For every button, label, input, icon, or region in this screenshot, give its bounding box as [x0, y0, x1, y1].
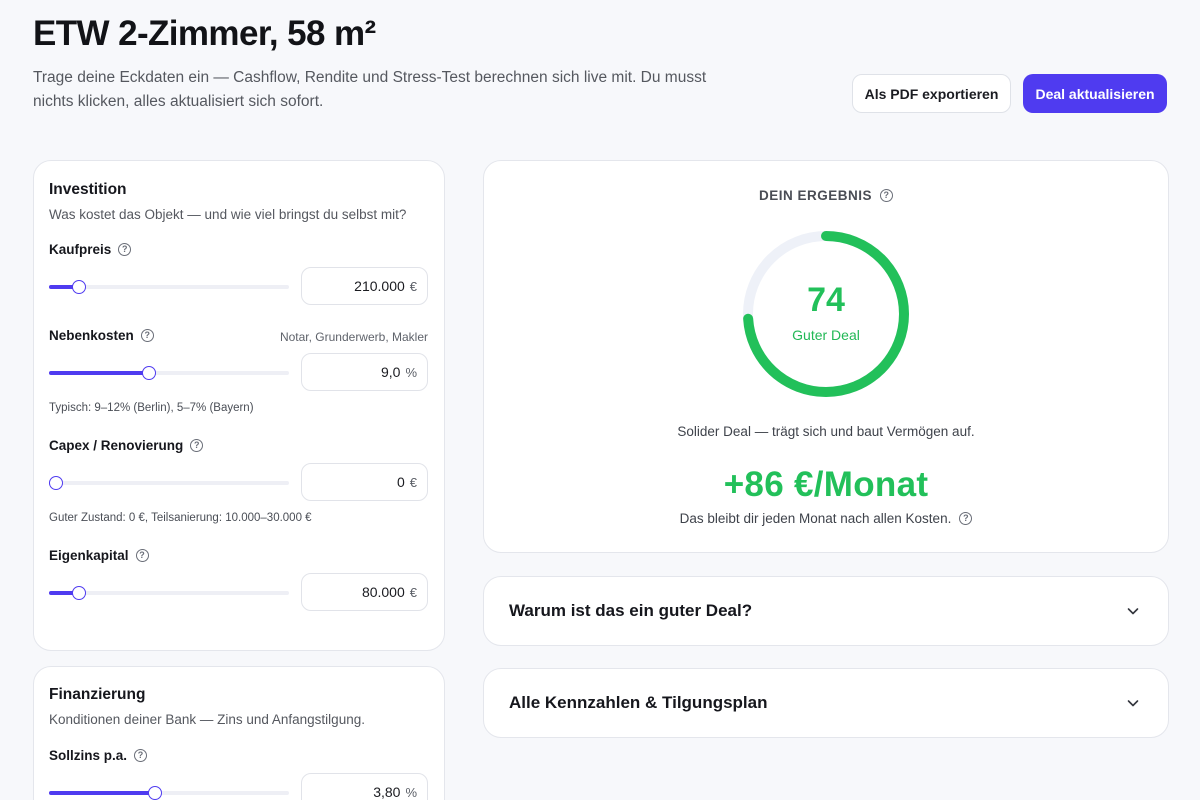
- field-label-text: Nebenkosten: [49, 328, 134, 343]
- field-label-text: Kaufpreis: [49, 242, 112, 257]
- monthly-cashflow: +86 €/Monat: [723, 465, 929, 504]
- input-value: 9,0: [380, 364, 401, 380]
- accordion-why-good-deal[interactable]: Warum ist das ein guter Deal?: [483, 576, 1169, 646]
- help-icon[interactable]: ?: [880, 189, 894, 202]
- input-unit: €: [409, 278, 417, 294]
- result-heading-text: DEIN ERGEBNIS: [758, 188, 873, 203]
- investment-title: Investition: [49, 181, 127, 198]
- input-unit: %: [405, 364, 417, 380]
- capex-label: Capex / Renovierung ?: [49, 438, 204, 453]
- equity-input[interactable]: 80.000 €: [301, 573, 428, 611]
- closing-costs-input[interactable]: 9,0 %: [301, 353, 428, 391]
- input-unit: %: [405, 784, 417, 800]
- slider-thumb[interactable]: [72, 586, 86, 600]
- page-subtitle: Trage deine Eckdaten ein — Cashflow, Ren…: [33, 69, 707, 110]
- help-icon[interactable]: ?: [140, 329, 154, 342]
- page-title: ETW 2-Zimmer, 58 m²: [33, 14, 376, 53]
- capex-note: Guter Zustand: 0 €, Teilsanierung: 10.00…: [49, 512, 312, 524]
- input-value: 80.000: [361, 584, 405, 600]
- field-label-text: Sollzins p.a.: [49, 748, 128, 763]
- slider-thumb[interactable]: [49, 476, 63, 490]
- help-icon[interactable]: ?: [135, 549, 149, 562]
- input-value: 210.000: [354, 278, 405, 294]
- help-icon[interactable]: ?: [190, 439, 204, 452]
- help-icon[interactable]: ?: [134, 749, 148, 762]
- slider-thumb[interactable]: [72, 280, 86, 294]
- deal-score: 74: [807, 281, 845, 319]
- cashflow-note-text: Das bleibt dir jeden Monat nach allen Ko…: [679, 511, 952, 526]
- accordion-title: Alle Kennzahlen & Tilgungsplan: [509, 693, 768, 712]
- deal-rating: Guter Deal: [792, 327, 860, 343]
- accordion-title: Warum ist das ein guter Deal?: [509, 601, 753, 620]
- cashflow-note: Das bleibt dir jeden Monat nach allen Ko…: [484, 511, 1168, 526]
- input-value: 0: [396, 474, 405, 490]
- closing-costs-slider[interactable]: [49, 366, 289, 380]
- purchase-price-input[interactable]: 210.000 €: [301, 267, 428, 305]
- equity-slider[interactable]: [49, 586, 289, 600]
- purchase-price-slider[interactable]: [49, 280, 289, 294]
- result-card: DEIN ERGEBNIS ? 74 Guter Deal Solider De…: [483, 160, 1169, 553]
- closing-costs-label: Nebenkosten ?: [49, 328, 154, 343]
- result-heading: DEIN ERGEBNIS ?: [484, 188, 1168, 203]
- field-label-text: Capex / Renovierung: [49, 438, 184, 453]
- closing-costs-hint: Notar, Grunderwerb, Makler: [279, 330, 428, 344]
- investment-description: Was kostet das Objekt — und wie viel bri…: [49, 207, 407, 222]
- financing-title: Finanzierung: [49, 686, 146, 703]
- financing-card: Finanzierung Konditionen deiner Bank — Z…: [33, 666, 445, 800]
- export-pdf-button[interactable]: Als PDF exportieren: [852, 74, 1011, 113]
- purchase-price-label: Kaufpreis ?: [49, 242, 132, 257]
- slider-thumb[interactable]: [148, 786, 162, 800]
- capex-input[interactable]: 0 €: [301, 463, 428, 501]
- investment-card: Investition Was kostet das Objekt — und …: [33, 160, 445, 651]
- slider-fill: [49, 371, 149, 375]
- closing-costs-note: Typisch: 9–12% (Berlin), 5–7% (Bayern): [49, 402, 254, 414]
- interest-rate-input[interactable]: 3,80 %: [301, 773, 428, 800]
- chevron-down-icon: [1127, 608, 1139, 615]
- help-icon[interactable]: ?: [118, 243, 132, 256]
- financing-description: Konditionen deiner Bank — Zins und Anfan…: [49, 712, 365, 727]
- result-summary: Solider Deal — trägt sich und baut Vermö…: [677, 424, 975, 439]
- interest-rate-label: Sollzins p.a. ?: [49, 748, 148, 763]
- interest-rate-slider[interactable]: [49, 786, 289, 800]
- accordion-metrics-amortization[interactable]: Alle Kennzahlen & Tilgungsplan: [483, 668, 1169, 738]
- equity-label: Eigenkapital ?: [49, 548, 149, 563]
- input-unit: €: [409, 584, 417, 600]
- slider-thumb[interactable]: [142, 366, 156, 380]
- update-deal-button[interactable]: Deal aktualisieren: [1023, 74, 1167, 113]
- chevron-down-icon: [1127, 700, 1139, 707]
- slider-fill: [49, 791, 155, 795]
- input-value: 3,80: [373, 784, 401, 800]
- input-unit: €: [409, 474, 417, 490]
- capex-slider[interactable]: [49, 476, 289, 490]
- help-icon[interactable]: ?: [959, 512, 973, 525]
- field-label-text: Eigenkapital: [49, 548, 129, 563]
